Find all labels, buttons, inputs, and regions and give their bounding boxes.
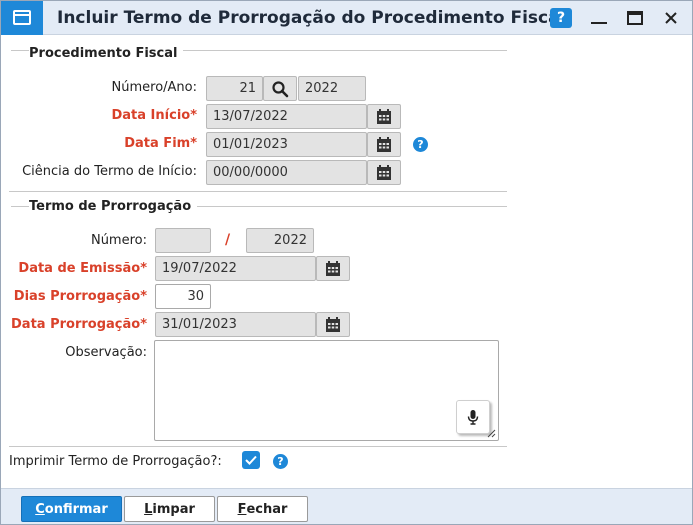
number-year-separator: / [225, 232, 231, 248]
confirmar-label: onfirmar [44, 501, 108, 517]
ciencia-label: Ciência do Termo de Início: [22, 164, 197, 179]
dias-prorrogacao-label: Dias Prorrogação* [13, 289, 147, 304]
microphone-icon [467, 410, 479, 425]
divider [9, 446, 507, 447]
minimize-icon [591, 22, 607, 24]
calendar-icon [377, 136, 391, 152]
group-title-procedimento: Procedimento Fiscal [29, 46, 184, 61]
confirmar-button[interactable]: Confirmar [21, 496, 122, 522]
data-fim-calendar-button[interactable] [367, 132, 401, 157]
maximize-button[interactable] [621, 6, 649, 30]
title-bar: Incluir Termo de Prorrogação do Procedim… [1, 1, 692, 35]
data-fim-field[interactable]: 01/01/2023 [206, 132, 367, 157]
data-emissao-label: Data de Emissão* [18, 261, 147, 276]
limpar-label: impar [152, 501, 195, 517]
help-button[interactable]: ? [550, 8, 572, 28]
data-fim-label: Data Fim* [124, 136, 197, 151]
data-prorrogacao-calendar-button[interactable] [316, 312, 350, 337]
procedimento-ano-field[interactable]: 2022 [298, 76, 366, 101]
resize-grip-icon[interactable] [487, 429, 496, 438]
prorrogacao-numero-field[interactable] [155, 228, 211, 253]
prorrogacao-ano-field[interactable]: 2022 [246, 228, 314, 253]
calendar-icon [377, 164, 391, 180]
close-button[interactable] [657, 6, 685, 30]
limpar-button[interactable]: Limpar [124, 496, 215, 522]
data-inicio-field[interactable]: 13/07/2022 [206, 104, 367, 129]
numero-ano-label: Número/Ano: [111, 80, 197, 95]
data-emissao-field[interactable]: 19/07/2022 [155, 256, 316, 281]
window-title: Incluir Termo de Prorrogação do Procedim… [57, 8, 566, 28]
ciencia-calendar-button[interactable] [367, 160, 401, 185]
question-icon[interactable]: ? [273, 454, 288, 469]
data-prorrogacao-field[interactable]: 31/01/2023 [155, 312, 316, 337]
magnifier-icon [272, 80, 289, 97]
dias-prorrogacao-field[interactable]: 30 [155, 284, 211, 309]
fechar-button[interactable]: Fechar [217, 496, 308, 522]
calendar-icon [326, 260, 340, 276]
imprimir-checkbox[interactable] [242, 451, 260, 469]
divider [9, 191, 507, 192]
data-inicio-calendar-button[interactable] [367, 104, 401, 129]
fechar-mnemonic: F [237, 501, 247, 517]
observacao-label: Observação: [65, 345, 147, 360]
dialog-window: Incluir Termo de Prorrogação do Procedim… [0, 0, 693, 525]
procedimento-numero-field[interactable]: 21 [206, 76, 263, 101]
calendar-icon [326, 316, 340, 332]
ciencia-field[interactable]: 00/00/0000 [206, 160, 367, 185]
window-icon [1, 1, 43, 35]
confirmar-mnemonic: C [35, 501, 45, 517]
observacao-textarea[interactable] [154, 340, 499, 441]
search-button[interactable] [263, 76, 297, 101]
limpar-mnemonic: L [144, 501, 153, 517]
close-icon [665, 12, 677, 24]
voice-input-button[interactable] [456, 400, 490, 434]
checkmark-icon [245, 455, 257, 465]
group-title-prorrogacao: Termo de Prorrogação [29, 199, 198, 214]
data-inicio-label: Data Início* [111, 108, 197, 123]
maximize-icon [627, 11, 643, 25]
calendar-icon [377, 108, 391, 124]
numero-label: Número: [90, 233, 147, 248]
data-prorrogacao-label: Data Prorrogação* [11, 317, 147, 332]
data-emissao-calendar-button[interactable] [316, 256, 350, 281]
minimize-button[interactable] [585, 6, 613, 30]
fechar-label: echar [246, 501, 288, 517]
question-icon[interactable]: ? [413, 137, 428, 152]
imprimir-label: Imprimir Termo de Prorrogação?: [9, 454, 222, 469]
